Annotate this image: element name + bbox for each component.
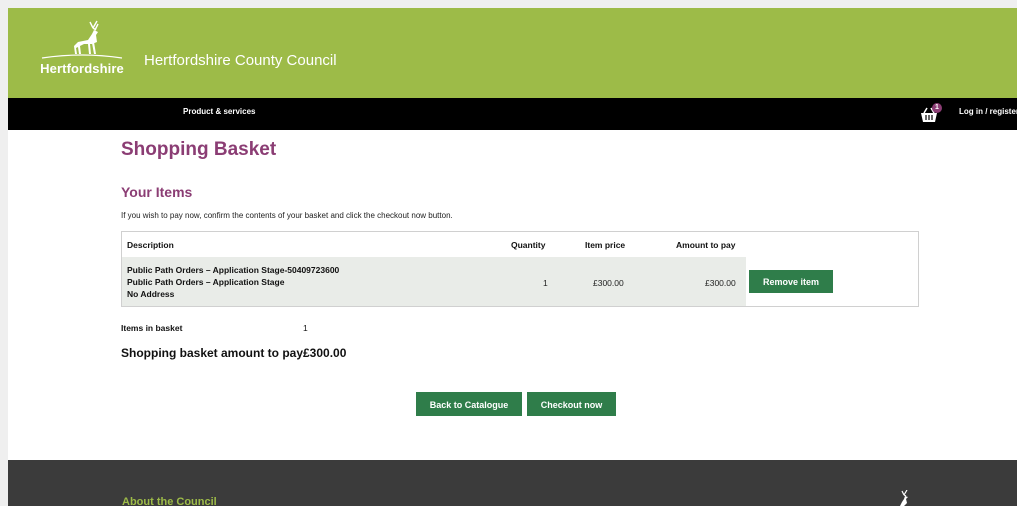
site-header: Hertfordshire Hertfordshire County Counc… [8, 8, 1017, 98]
item-description: Public Path Orders – Application Stage-5… [127, 264, 339, 300]
back-to-catalogue-button[interactable]: Back to Catalogue [416, 392, 522, 416]
row-actions: Remove item [746, 257, 918, 306]
table-row: Public Path Orders – Application Stage-5… [122, 257, 918, 306]
site-footer: About the Council [8, 460, 1017, 506]
header-amount: Amount to pay [676, 240, 736, 250]
council-name[interactable]: Hertfordshire County Council [144, 52, 337, 69]
total-value: £300.00 [303, 346, 347, 360]
items-in-basket-count: 1 [303, 323, 308, 333]
section-title: Your Items [121, 184, 193, 200]
basket-count-badge: 1 [932, 103, 942, 113]
main-nav: Product & services 1 Log in / register [8, 98, 1017, 130]
item-quantity: 1 [543, 278, 548, 288]
login-register-link[interactable]: Log in / register [959, 107, 1017, 116]
basket-button[interactable]: 1 [920, 103, 942, 123]
header-description: Description [127, 240, 174, 250]
council-logo[interactable]: Hertfordshire [40, 18, 124, 78]
basket-table: Description Quantity Item price Amount t… [121, 231, 919, 307]
stag-icon [900, 490, 908, 506]
items-in-basket-label: Items in basket [121, 323, 183, 333]
item-line-1: Public Path Orders – Application Stage-5… [127, 265, 340, 275]
table-header: Description Quantity Item price Amount t… [122, 232, 918, 258]
checkout-now-button[interactable]: Checkout now [527, 392, 616, 416]
header-quantity: Quantity [511, 240, 546, 250]
page: Hertfordshire Hertfordshire County Counc… [8, 8, 1017, 506]
item-line-3: No Address [127, 289, 175, 299]
item-amount: £300.00 [705, 278, 736, 288]
item-line-2: Public Path Orders – Application Stage [127, 277, 285, 287]
intro-text: If you wish to pay now, confirm the cont… [121, 211, 453, 220]
nav-products-services[interactable]: Product & services [183, 107, 255, 116]
item-price: £300.00 [593, 278, 624, 288]
page-title: Shopping Basket [121, 139, 277, 160]
header-item-price: Item price [585, 240, 626, 250]
stag-icon [41, 20, 123, 59]
remove-item-button[interactable]: Remove item [749, 270, 833, 293]
total-label: Shopping basket amount to pay [121, 346, 304, 360]
footer-about-heading[interactable]: About the Council [122, 496, 217, 506]
logo-text: Hertfordshire [40, 61, 124, 76]
